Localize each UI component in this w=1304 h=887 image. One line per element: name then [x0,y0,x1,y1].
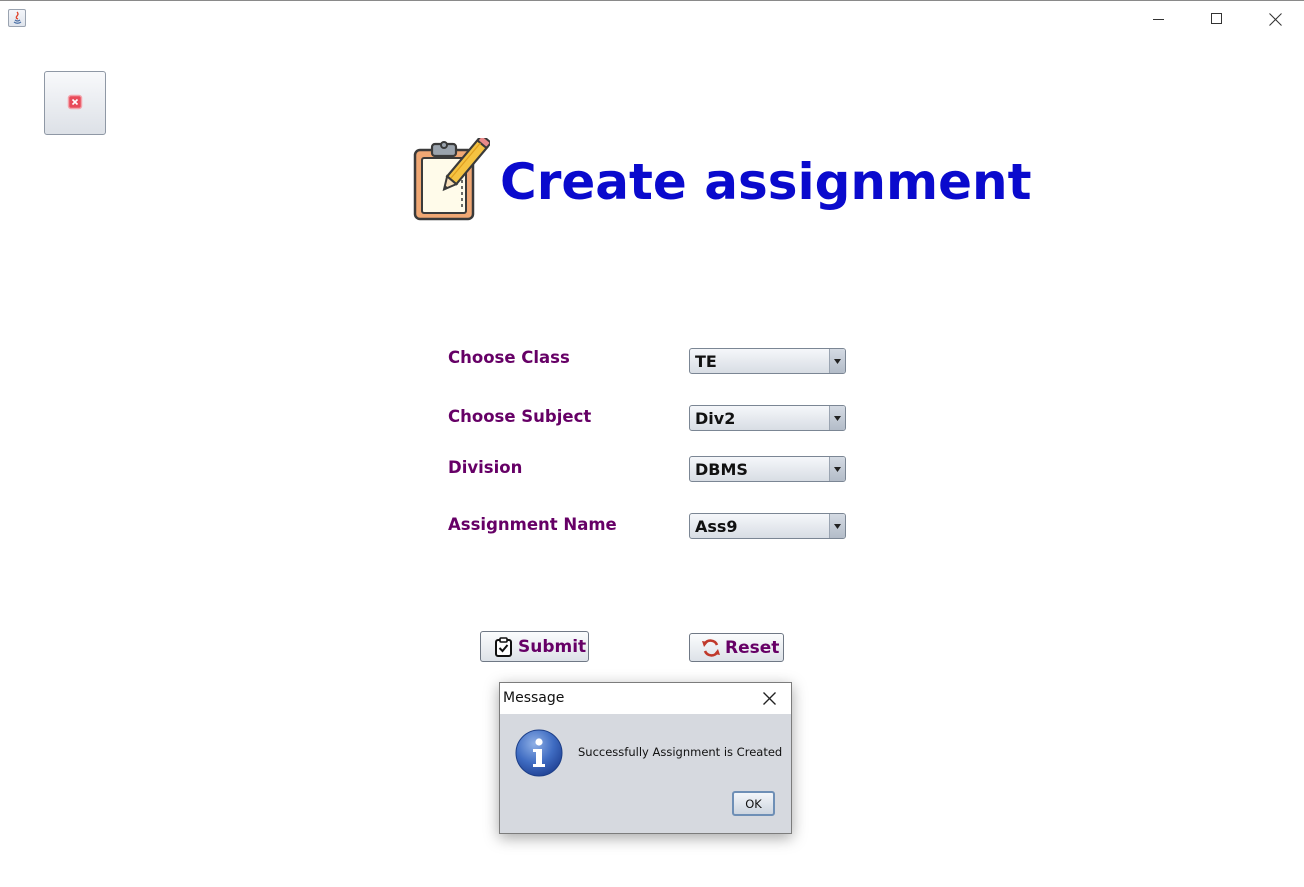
close-icon [762,692,776,705]
close-icon [1268,12,1282,26]
submit-button[interactable]: Submit [480,631,589,662]
window-titlebar [0,0,1304,38]
dropdown-arrow-icon[interactable] [829,406,845,430]
choose-class-value: TE [695,352,717,371]
exit-button[interactable] [44,71,106,135]
dialog-titlebar: Message [500,683,791,714]
assignment-name-label: Assignment Name [448,515,617,534]
java-app-icon [8,9,26,27]
assignment-name-value: Ass9 [695,517,738,536]
maximize-icon [1211,13,1222,24]
minimize-button[interactable] [1130,0,1188,38]
close-window-button[interactable] [1246,0,1304,38]
maximize-button[interactable] [1188,0,1246,38]
choose-subject-select[interactable]: Div2 [689,405,846,431]
division-select[interactable]: DBMS [689,456,846,482]
clipboard-check-icon [495,636,512,657]
choose-class-label: Choose Class [448,348,570,367]
choose-class-select[interactable]: TE [689,348,846,374]
dialog-title: Message [503,690,565,706]
assignment-name-select[interactable]: Ass9 [689,513,846,539]
minimize-icon [1153,19,1164,20]
dropdown-arrow-icon[interactable] [829,457,845,481]
reset-label: Reset [725,637,780,658]
division-value: DBMS [695,460,748,479]
window-border [0,0,1304,1]
dropdown-arrow-icon[interactable] [829,349,845,373]
dropdown-arrow-icon[interactable] [829,514,845,538]
dialog-message: Successfully Assignment is Created [578,745,783,759]
exit-icon [67,94,83,110]
submit-label: Submit [518,636,587,657]
info-icon [515,729,563,777]
reset-button[interactable]: Reset [689,633,784,662]
page-title: Create assignment [500,153,1032,211]
dialog-close-button[interactable] [747,683,791,714]
choose-subject-value: Div2 [695,409,736,428]
message-dialog: Message Successfully Assignment is Creat… [499,682,792,834]
clipboard-pencil-icon [413,138,490,221]
ok-button[interactable]: OK [732,791,775,816]
refresh-icon [702,638,720,657]
choose-subject-label: Choose Subject [448,407,592,426]
division-label: Division [448,458,523,477]
